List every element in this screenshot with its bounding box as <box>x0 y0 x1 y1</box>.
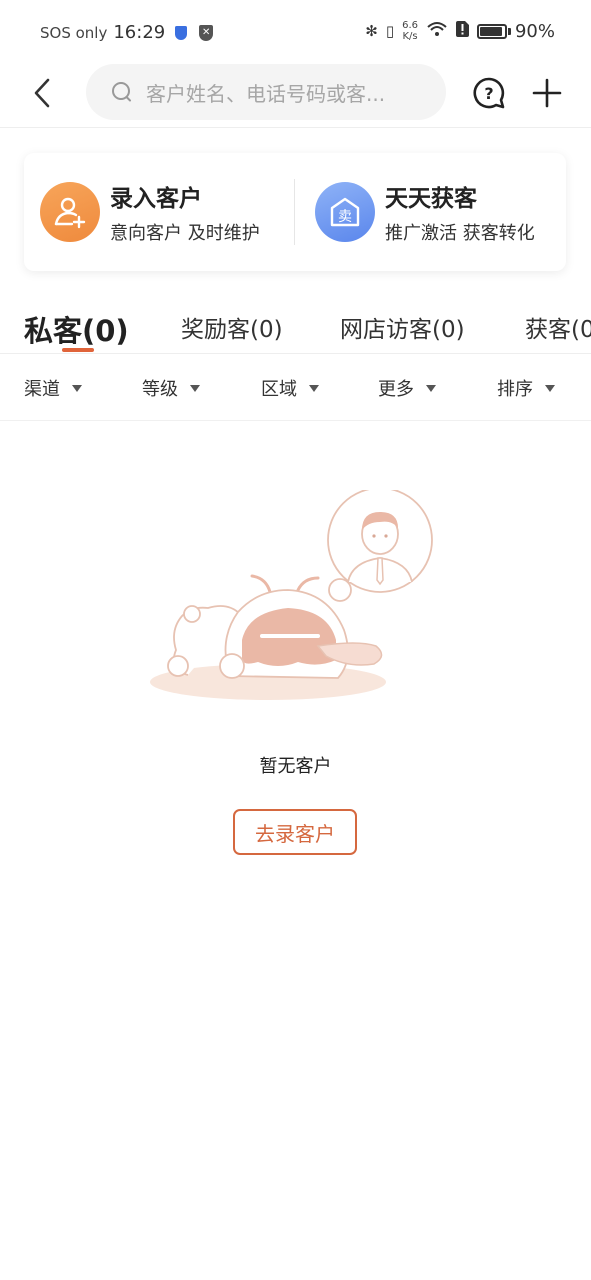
tab-shop-visitors[interactable]: 网店访客(0) <box>340 310 465 344</box>
battery-percent: 90% <box>514 20 555 42</box>
add-customer-card[interactable]: 录入客户 意向客户 及时维护 <box>24 153 295 271</box>
tab-reward-customers[interactable]: 奖励客(0) <box>181 310 283 344</box>
wifi-icon <box>426 21 448 41</box>
go-add-customer-button[interactable]: 去录客户 <box>233 809 357 855</box>
caret-down-icon <box>545 384 555 392</box>
card-title: 天天获客 <box>385 186 477 212</box>
clock: 16:29 <box>113 22 166 43</box>
filter-level[interactable]: 等级 <box>142 375 200 401</box>
blocked-shield-icon: ✕ <box>199 24 214 41</box>
vibrate-icon: ▯ <box>385 22 395 40</box>
daily-leads-card[interactable]: 卖 天天获客 推广激活 获客转化 <box>295 153 566 271</box>
bluetooth-icon: ✻ <box>365 22 378 40</box>
caret-down-icon <box>190 384 200 392</box>
search-icon <box>112 82 131 102</box>
network-speed-unit: K/s <box>402 31 418 42</box>
empty-state-illustration <box>150 490 433 700</box>
caret-down-icon <box>309 384 319 392</box>
network-speed-value: 6.6 <box>402 20 418 31</box>
filter-label: 更多 <box>378 379 414 400</box>
action-cards: 录入客户 意向客户 及时维护 卖 天天获客 推广激活 获客转化 <box>24 153 566 271</box>
help-question-icon: ? <box>473 77 505 109</box>
filter-label: 渠道 <box>24 379 60 400</box>
add-user-icon <box>40 182 100 242</box>
filter-region[interactable]: 区域 <box>261 375 319 401</box>
filter-more[interactable]: 更多 <box>378 375 436 401</box>
tab-private-customers[interactable]: 私客(0) <box>24 308 129 350</box>
filter-bar: 渠道 等级 区域 更多 排序 <box>0 355 591 421</box>
security-shield-icon <box>175 25 188 40</box>
chevron-left-icon <box>34 78 50 108</box>
battery-icon <box>476 23 507 39</box>
caret-down-icon <box>72 384 82 392</box>
battery-tip <box>507 27 511 35</box>
filter-channel[interactable]: 渠道 <box>24 375 82 401</box>
filter-label: 排序 <box>497 379 533 400</box>
card-subtitle: 意向客户 及时维护 <box>110 223 260 244</box>
filter-label: 等级 <box>142 379 178 400</box>
caret-down-icon <box>426 384 436 392</box>
plus-icon <box>532 78 562 108</box>
card-title: 录入客户 <box>110 186 202 212</box>
sim-alert-icon <box>455 21 469 41</box>
top-nav: 客户姓名、电话号码或客... ? <box>0 64 591 128</box>
customer-tabs: 私客(0) 奖励客(0) 网店访客(0) 获客(0) <box>0 300 591 354</box>
carrier-text: SOS only <box>40 23 108 42</box>
network-speed: 6.6 K/s <box>402 20 418 42</box>
back-button[interactable] <box>28 78 58 108</box>
tab-acquired-customers[interactable]: 获客(0) <box>525 310 591 344</box>
active-tab-indicator <box>62 348 94 352</box>
help-button[interactable]: ? <box>472 76 506 110</box>
filter-sort[interactable]: 排序 <box>497 375 555 401</box>
filter-label: 区域 <box>261 379 297 400</box>
sell-house-icon: 卖 <box>315 182 375 242</box>
status-bar: SOS only 16:29 ✕ ✻ ▯ 6.6 K/s 90% <box>0 0 591 64</box>
search-placeholder: 客户姓名、电话号码或客... <box>146 81 386 106</box>
search-input[interactable]: 客户姓名、电话号码或客... <box>86 64 446 120</box>
add-button[interactable] <box>531 77 563 109</box>
empty-state-message: 暂无客户 <box>259 756 332 777</box>
svg-text:卖: 卖 <box>338 209 352 225</box>
card-subtitle: 推广激活 获客转化 <box>385 223 535 244</box>
svg-text:?: ? <box>484 84 493 103</box>
